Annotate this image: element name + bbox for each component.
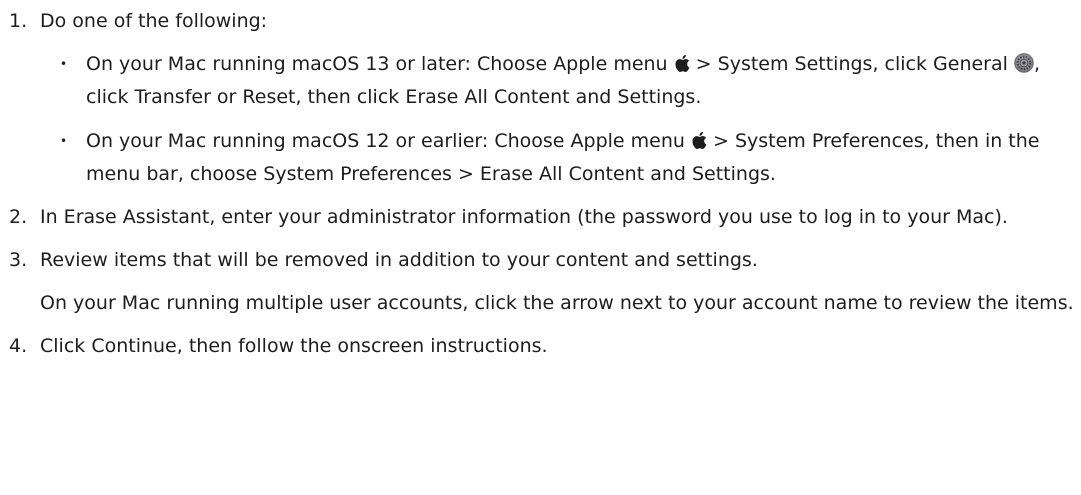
apple-logo-icon	[674, 52, 690, 82]
step-number: 3.	[9, 249, 28, 271]
step-number: 4.	[9, 335, 28, 357]
step-4: 4. Click Continue, then follow the onscr…	[0, 331, 1081, 361]
step-text: Review items that will be removed in add…	[40, 249, 758, 271]
option-macos-12: • On your Mac running macOS 12 or earlie…	[40, 126, 1081, 189]
option-text-part: > System Settings, click General	[689, 53, 1014, 75]
step-text: Do one of the following:	[40, 10, 268, 32]
bullet-dot: •	[60, 134, 68, 148]
option-text-part: On your Mac running macOS 12 or earlier:…	[86, 130, 691, 152]
step-number: 1.	[9, 10, 28, 32]
step-text: Click Continue, then follow the onscreen…	[40, 335, 548, 357]
option-macos-13: • On your Mac running macOS 13 or later:…	[40, 49, 1081, 112]
option-text-part: On your Mac running macOS 13 or later: C…	[86, 53, 674, 75]
step-2: 2. In Erase Assistant, enter your admini…	[0, 202, 1081, 232]
step-number: 2.	[9, 206, 28, 228]
bullet-dot: •	[60, 57, 68, 71]
step-3: 3. Review items that will be removed in …	[0, 245, 1081, 318]
document-body: 1. Do one of the following: • On your Ma…	[0, 0, 1081, 495]
step-text: In Erase Assistant, enter your administr…	[40, 206, 1008, 228]
step-followup-text: On your Mac running multiple user accoun…	[40, 292, 1074, 314]
instruction-steps: 1. Do one of the following: • On your Ma…	[0, 6, 1081, 374]
apple-logo-icon	[691, 129, 707, 159]
option-list: • On your Mac running macOS 13 or later:…	[40, 49, 1081, 189]
general-settings-gear-icon	[1014, 52, 1034, 82]
step-1: 1. Do one of the following: • On your Ma…	[0, 6, 1081, 189]
